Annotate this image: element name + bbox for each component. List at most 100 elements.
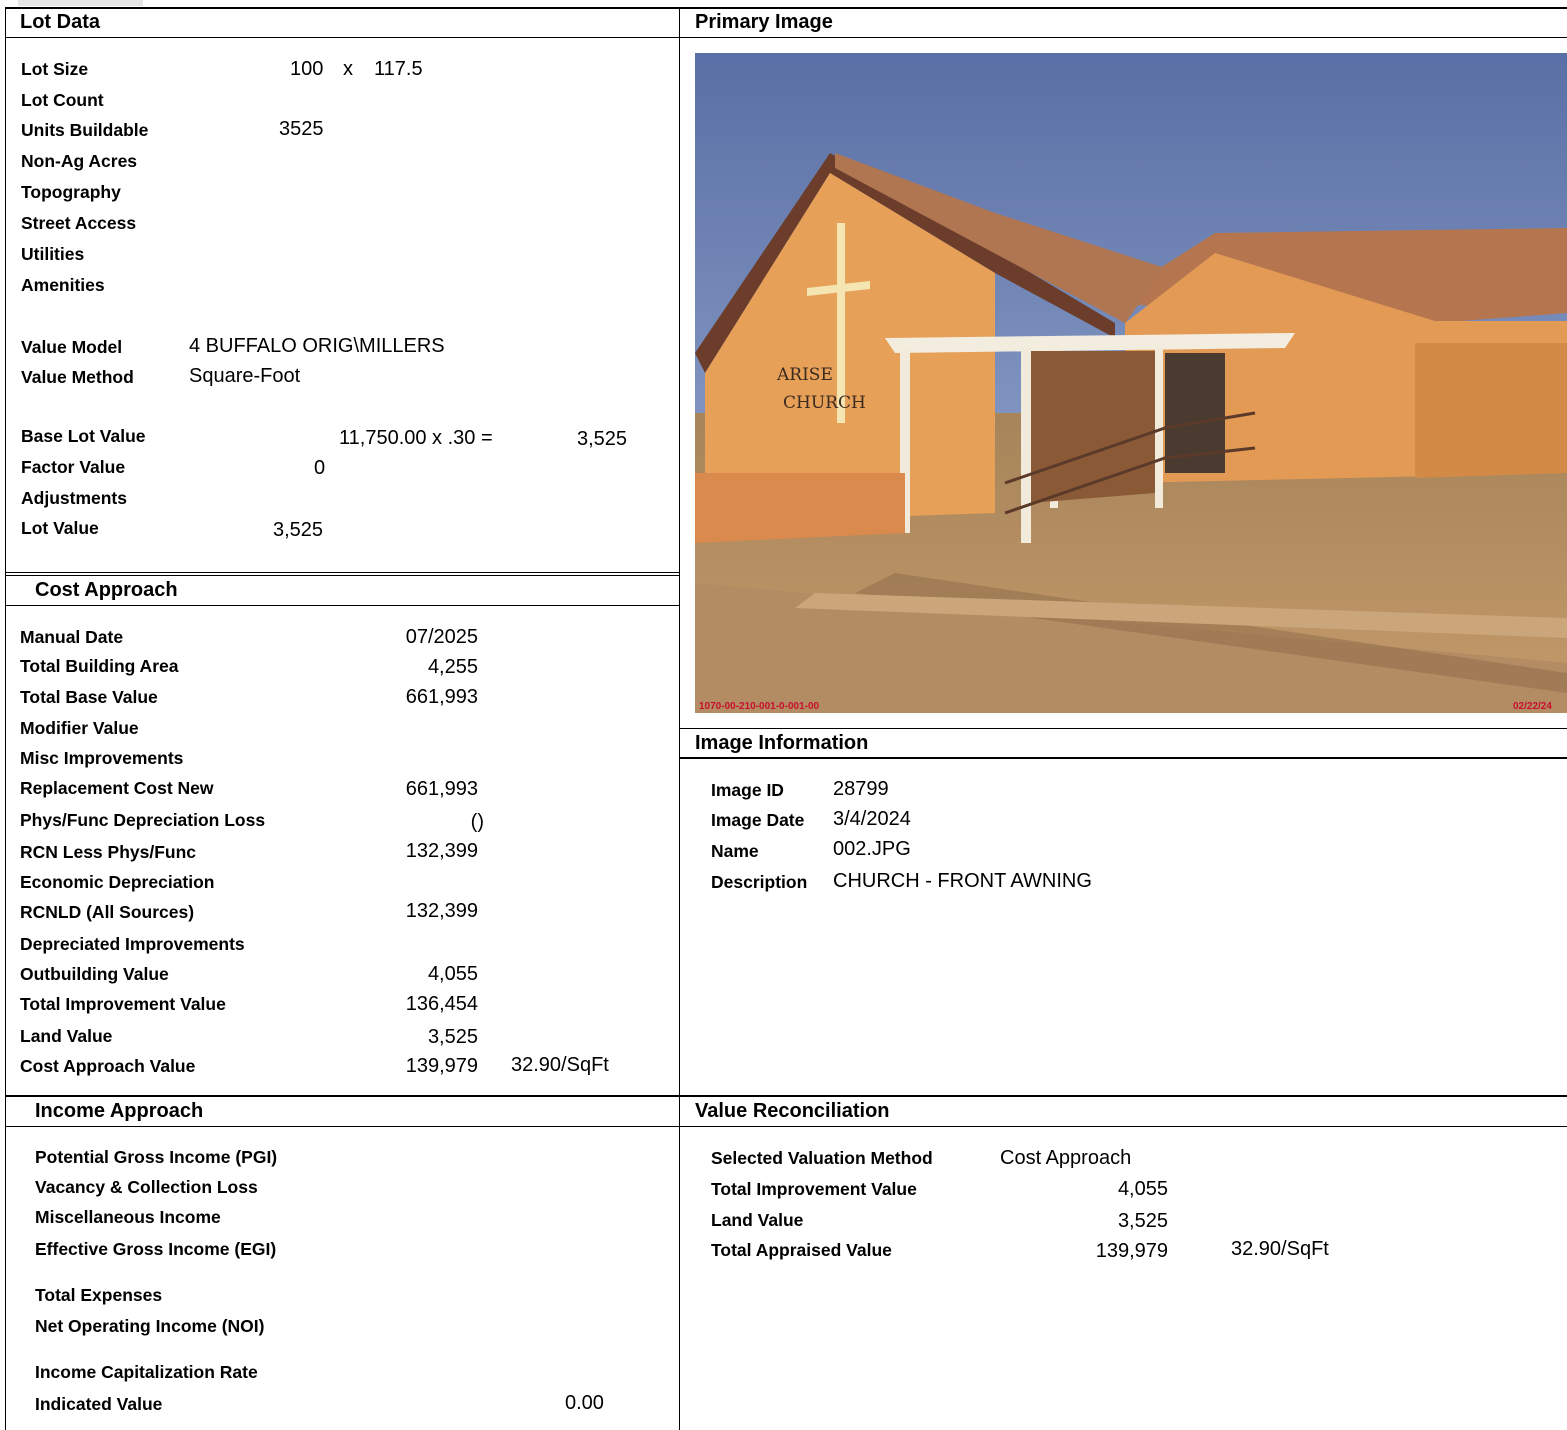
image-name-label: Name: [711, 841, 759, 861]
topography-label: Topography: [21, 182, 121, 202]
value-method-label: Value Method: [21, 367, 134, 387]
photo-caption-left: 1070-00-210-001-0-001-00: [699, 701, 820, 712]
misc-income-label: Miscellaneous Income: [35, 1207, 221, 1227]
cost-row-label: RCN Less Phys/Func: [20, 842, 197, 862]
base-lot-result: 3,525: [577, 428, 628, 450]
top-border: [5, 7, 1567, 9]
lot-value-value: 3,525: [273, 519, 324, 541]
sign-arise: ARISE: [776, 365, 833, 385]
indicated-value-label: Indicated Value: [35, 1394, 163, 1414]
cost-approach-per-sqft: 32.90/SqFt: [511, 1054, 609, 1076]
cost-row-label: Misc Improvements: [20, 748, 184, 768]
cost-row-label: Replacement Cost New: [20, 778, 214, 798]
lot-data-header-line: [5, 37, 679, 38]
selected-method-label: Selected Valuation Method: [711, 1148, 933, 1168]
image-id-value: 28799: [833, 778, 889, 800]
image-information-title: Image Information: [695, 732, 869, 754]
utilities-label: Utilities: [21, 244, 85, 264]
cost-row-label: Total Base Value: [20, 687, 158, 707]
units-buildable-value: 3525: [279, 118, 324, 140]
cost-row-value: 136,454: [405, 993, 478, 1015]
cost-row-label: RCNLD (All Sources): [20, 902, 195, 922]
value-method-value: Square-Foot: [189, 365, 301, 387]
lot-size-depth: 117.5: [374, 58, 423, 80]
base-lot-value-label: Base Lot Value: [21, 426, 146, 446]
cost-row-label: Total Building Area: [20, 656, 179, 676]
cost-row-value: 661,993: [405, 778, 478, 800]
total-expenses-label: Total Expenses: [35, 1285, 163, 1305]
photo-caption-right: 02/22/24: [1513, 701, 1552, 712]
units-buildable-label: Units Buildable: [21, 120, 149, 140]
lot-data-title: Lot Data: [20, 11, 100, 33]
image-description-label: Description: [711, 872, 808, 892]
noi-label: Net Operating Income (NOI): [35, 1316, 265, 1336]
cost-row-value: 132,399: [405, 900, 478, 922]
recon-appraised-label: Total Appraised Value: [711, 1240, 892, 1260]
cost-approach-header-line: [5, 605, 679, 606]
income-approach-title: Income Approach: [35, 1100, 204, 1122]
value-model-label: Value Model: [21, 337, 123, 357]
base-lot-formula: 11,750.00 x .30 =: [339, 427, 493, 449]
value-model-value: 4 BUFFALO ORIG\MILLERS: [189, 335, 445, 357]
cost-row-value: 4,255: [427, 656, 478, 678]
amenities-label: Amenities: [21, 275, 105, 295]
primary-image-header-line: [679, 37, 1567, 38]
non-ag-acres-label: Non-Ag Acres: [21, 151, 138, 171]
cost-row-value: 661,993: [405, 686, 478, 708]
cost-row-value: 3,525: [427, 1026, 478, 1048]
image-info-top-line: [679, 728, 1567, 729]
image-date-value: 3/4/2024: [833, 808, 911, 830]
cost-row-label: Total Improvement Value: [20, 994, 226, 1014]
indicated-value-value: 0.00: [565, 1392, 604, 1414]
lot-size-width: 100: [290, 58, 324, 80]
cost-row-label: Phys/Func Depreciation Loss: [20, 810, 266, 830]
lot-size-label: Lot Size: [21, 59, 89, 79]
cost-row-label: Manual Date: [20, 627, 124, 647]
street-access-label: Street Access: [21, 213, 137, 233]
lot-size-x: x: [343, 58, 353, 80]
image-info-header-line: [679, 757, 1567, 759]
cost-row-value: 132,399: [405, 840, 478, 862]
cost-approach-top-line: [5, 572, 679, 573]
center-divider: [679, 7, 680, 1430]
egi-label: Effective Gross Income (EGI): [35, 1239, 277, 1259]
primary-image-title: Primary Image: [695, 11, 833, 33]
image-id-label: Image ID: [711, 780, 784, 800]
cost-row-value: 139,979: [405, 1055, 478, 1077]
left-border: [5, 7, 6, 1430]
image-name-value: 002.JPG: [833, 838, 911, 860]
cost-row-label: Economic Depreciation: [20, 872, 215, 892]
cap-rate-label: Income Capitalization Rate: [35, 1362, 258, 1382]
factor-value-label: Factor Value: [21, 457, 126, 477]
top-tab-remnant: [18, 0, 143, 6]
pgi-label: Potential Gross Income (PGI): [35, 1147, 278, 1167]
cost-row-label: Land Value: [20, 1026, 113, 1046]
image-date-label: Image Date: [711, 810, 805, 830]
reconciliation-header-line: [679, 1126, 1567, 1127]
property-photo: ARISE CHURCH: [695, 53, 1567, 713]
image-description-value: CHURCH - FRONT AWNING: [833, 870, 1092, 892]
recon-land-label: Land Value: [711, 1210, 804, 1230]
value-reconciliation-title: Value Reconciliation: [695, 1100, 890, 1122]
cost-row-value: 4,055: [427, 963, 478, 985]
cost-approach-top-line2: [5, 575, 679, 576]
selected-method-value: Cost Approach: [1000, 1147, 1132, 1169]
income-approach-header-line: [5, 1126, 679, 1127]
recon-appraised-per-sqft: 32.90/SqFt: [1231, 1238, 1329, 1260]
lot-count-label: Lot Count: [21, 90, 104, 110]
recon-land-value: 3,525: [1117, 1210, 1168, 1232]
vacancy-label: Vacancy & Collection Loss: [35, 1177, 258, 1197]
lot-value-label: Lot Value: [21, 518, 99, 538]
cost-row-label: Outbuilding Value: [20, 964, 169, 984]
recon-appraised-value: 139,979: [1095, 1240, 1168, 1262]
cost-row-value: (): [470, 811, 484, 833]
cost-approach-title: Cost Approach: [35, 579, 178, 601]
factor-value-value: 0: [314, 457, 326, 479]
recon-improvement-value: 4,055: [1117, 1178, 1168, 1200]
cost-row-label: Depreciated Improvements: [20, 934, 245, 954]
recon-improvement-label: Total Improvement Value: [711, 1179, 917, 1199]
cost-row-label: Cost Approach Value: [20, 1056, 196, 1076]
cost-row-value: 07/2025: [405, 626, 478, 648]
cost-row-label: Modifier Value: [20, 718, 139, 738]
adjustments-label: Adjustments: [21, 488, 127, 508]
